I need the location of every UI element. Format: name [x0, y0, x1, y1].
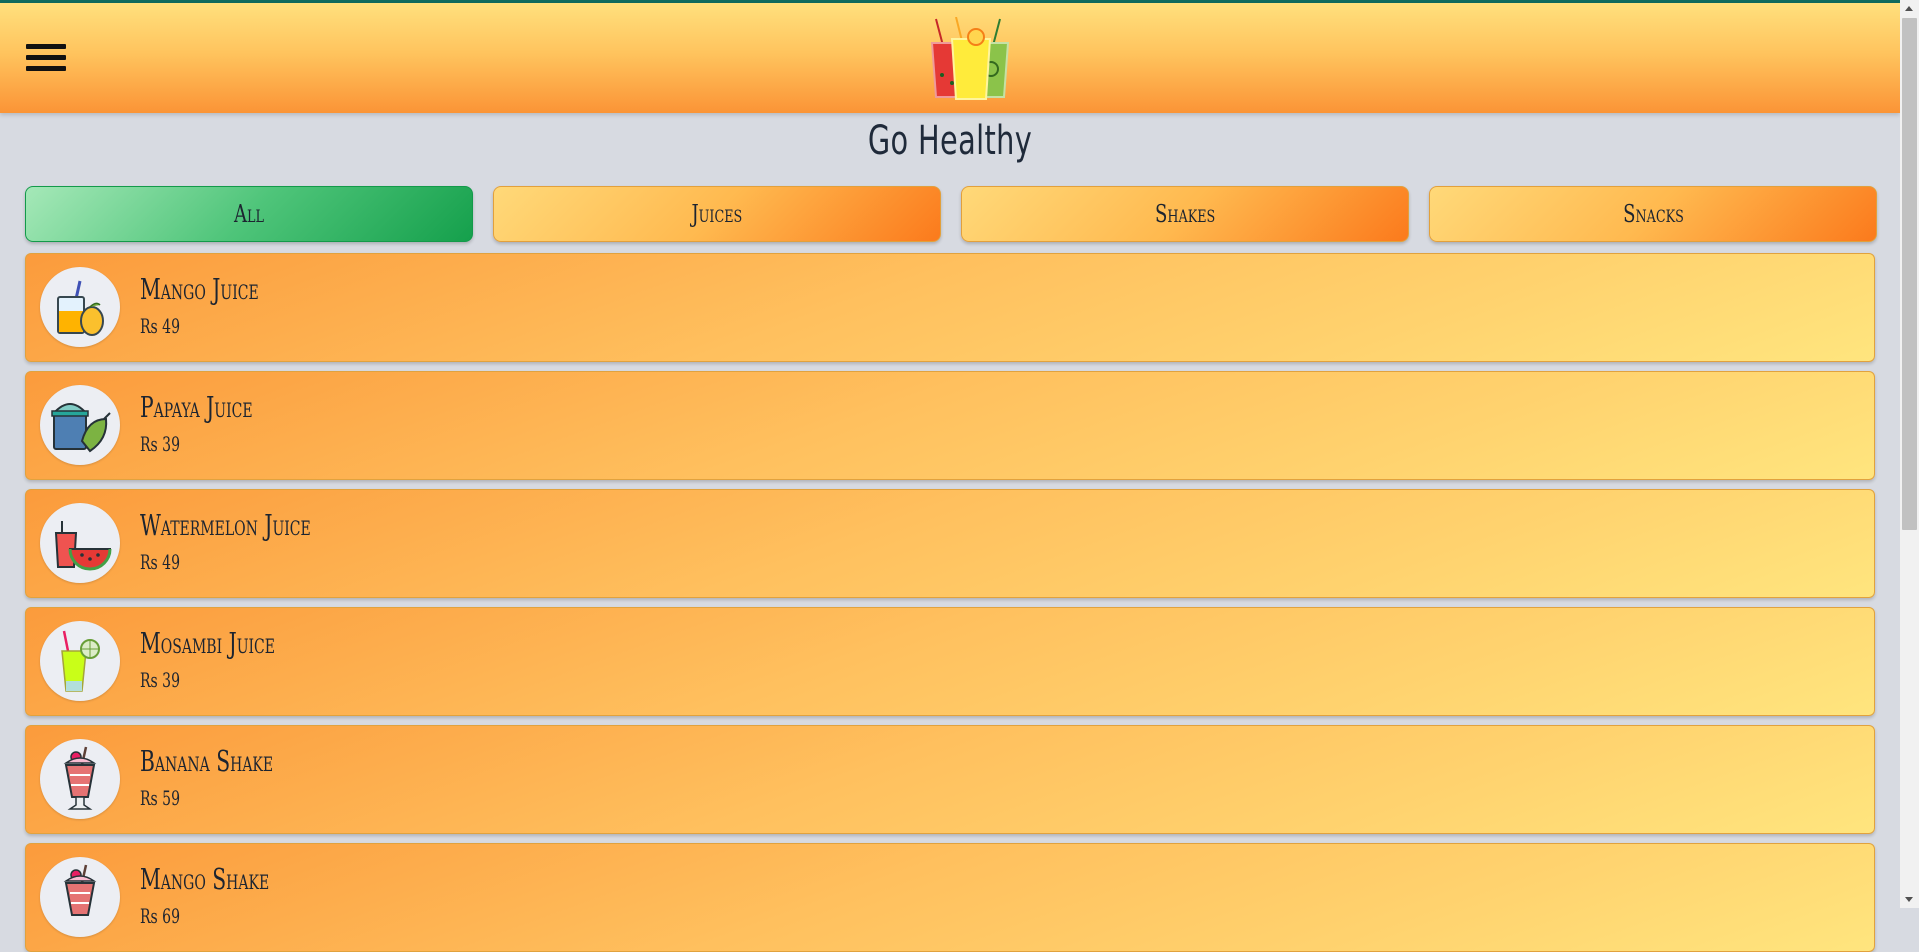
scrollbar-thumb[interactable] [1902, 18, 1917, 530]
item-price: Rs 59 [140, 786, 180, 810]
page-title: Go Healthy [867, 118, 1033, 164]
item-name: Mango Juice [140, 272, 259, 306]
item-name: Mango Shake [140, 862, 270, 896]
item-name: Watermelon Juice [140, 508, 311, 542]
hamburger-menu-icon[interactable] [26, 42, 68, 76]
scroll-up-arrow-icon[interactable] [1900, 0, 1919, 17]
watermelon-juice-icon [40, 503, 120, 583]
item-name: Papaya Juice [140, 390, 253, 424]
mango-juice-icon [40, 267, 120, 347]
list-item[interactable]: Mango Juice Rs 49 [25, 253, 1875, 362]
tab-label: Snacks [1622, 200, 1684, 228]
item-name: Mosambi Juice [140, 626, 275, 660]
category-tabs: All Juices Shakes Snacks [25, 186, 1877, 242]
item-price: Rs 39 [140, 432, 180, 456]
papaya-juice-icon [40, 385, 120, 465]
list-item[interactable]: Banana Shake Rs 59 [25, 725, 1875, 834]
tab-snacks[interactable]: Snacks [1429, 186, 1877, 242]
app-header [0, 3, 1900, 113]
list-item[interactable]: Mango Shake Rs 69 [25, 843, 1875, 952]
tab-juices[interactable]: Juices [493, 186, 941, 242]
tab-label: Juices [691, 200, 743, 228]
tab-all[interactable]: All [25, 186, 473, 242]
juice-glasses-logo[interactable] [928, 16, 1014, 103]
mango-shake-icon [40, 857, 120, 937]
item-name: Banana Shake [140, 744, 274, 778]
tab-label: All [234, 200, 264, 228]
item-price: Rs 39 [140, 668, 180, 692]
mosambi-juice-icon [40, 621, 120, 701]
scroll-down-arrow-icon[interactable] [1900, 891, 1919, 908]
item-price: Rs 49 [140, 314, 180, 338]
list-item[interactable]: Watermelon Juice Rs 49 [25, 489, 1875, 598]
tab-label: Shakes [1154, 200, 1216, 228]
list-item[interactable]: Mosambi Juice Rs 39 [25, 607, 1875, 716]
list-item[interactable]: Papaya Juice Rs 39 [25, 371, 1875, 480]
banana-shake-icon [40, 739, 120, 819]
item-price: Rs 49 [140, 550, 180, 574]
tab-shakes[interactable]: Shakes [961, 186, 1409, 242]
vertical-scrollbar[interactable] [1900, 0, 1919, 908]
